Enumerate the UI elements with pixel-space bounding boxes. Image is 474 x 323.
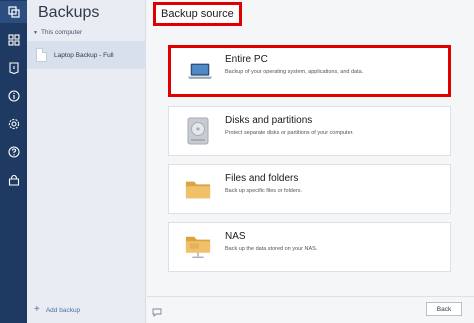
- option-files-and-folders[interactable]: Files and folders Back up specific files…: [168, 164, 451, 214]
- laptop-icon: [187, 58, 213, 84]
- back-button[interactable]: Back: [426, 302, 462, 316]
- panel-title: Backups: [38, 4, 100, 21]
- group-label: This computer: [40, 29, 83, 36]
- shop-icon[interactable]: [0, 169, 27, 191]
- protection-icon[interactable]: [0, 57, 27, 79]
- page-title: Backup source: [153, 2, 242, 26]
- backups-panel: Backups ▼ This computer Laptop Backup - …: [27, 0, 146, 323]
- info-icon[interactable]: [0, 85, 27, 107]
- option-nas[interactable]: NAS Back up the data stored on your NAS.: [168, 222, 451, 272]
- plus-icon: +: [34, 304, 40, 315]
- backup-list-item[interactable]: Laptop Backup - Full: [27, 41, 146, 69]
- main-area: Backup source Entire PC Backup of your o…: [147, 0, 474, 323]
- option-title: Disks and partitions: [225, 115, 313, 126]
- option-description: Protect separate disks or partitions of …: [225, 130, 354, 136]
- dashboard-icon[interactable]: [0, 29, 27, 51]
- backup-icon[interactable]: [0, 1, 27, 23]
- option-description: Backup of your operating system, applica…: [225, 69, 364, 75]
- help-icon[interactable]: [0, 141, 27, 163]
- option-entire-pc[interactable]: Entire PC Backup of your operating syste…: [168, 45, 451, 97]
- collapse-caret-icon[interactable]: ▼: [33, 30, 38, 36]
- nav-rail: [0, 0, 27, 323]
- option-title: NAS: [225, 231, 246, 242]
- settings-icon[interactable]: [0, 113, 27, 135]
- nas-icon: [185, 234, 211, 260]
- chat-icon[interactable]: [152, 304, 162, 322]
- footer-divider: [147, 296, 474, 297]
- backup-item-label: Laptop Backup - Full: [54, 51, 114, 59]
- group-this-computer[interactable]: ▼ This computer: [33, 29, 82, 36]
- option-description: Back up specific files or folders.: [225, 188, 303, 194]
- option-title: Entire PC: [225, 54, 268, 65]
- option-disks-and-partitions[interactable]: Disks and partitions Protect separate di…: [168, 106, 451, 156]
- add-backup-label: Add backup: [45, 306, 81, 314]
- document-icon: [36, 48, 47, 62]
- option-description: Back up the data stored on your NAS.: [225, 246, 318, 252]
- disk-icon: [185, 117, 211, 145]
- folder-icon: [185, 176, 211, 202]
- option-title: Files and folders: [225, 173, 299, 184]
- add-backup-button[interactable]: + Add backup: [34, 305, 80, 315]
